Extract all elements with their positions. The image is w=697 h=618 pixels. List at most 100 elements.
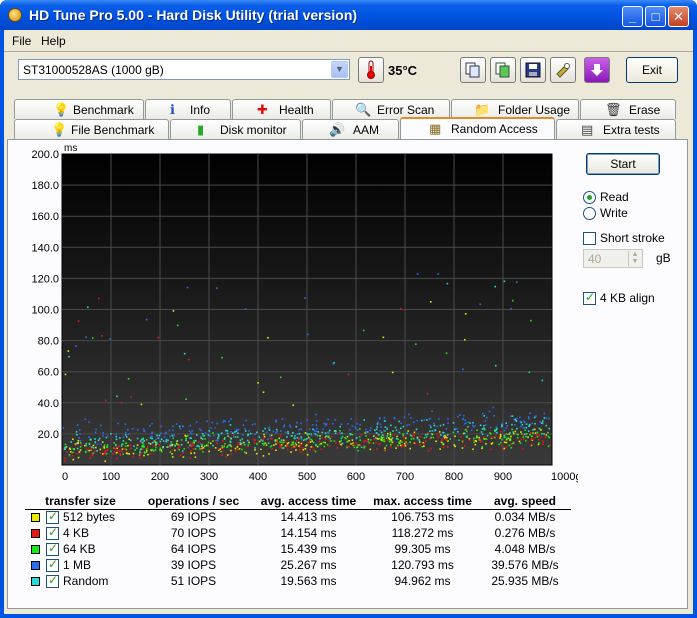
chart-point [144,452,146,454]
minimize-button[interactable]: _ [622,6,643,27]
tab-erase[interactable]: 🗑 Erase [580,99,676,119]
chart-point [265,431,268,434]
close-button[interactable]: ✕ [668,6,689,27]
chart-point [142,447,144,450]
chart-point [523,433,526,436]
chart-point [360,433,363,436]
menu-file[interactable]: File [12,34,31,48]
tab-random-access[interactable]: ▦ Random Access [400,117,555,139]
tab-error-scan[interactable]: 🔍 Error Scan [332,99,450,119]
tab-aam[interactable]: 🔊 AAM [302,119,399,139]
chart-point [136,437,139,440]
chart-point [280,441,283,444]
tab-extra-tests[interactable]: ▤ Extra tests [556,119,676,139]
transfer-size-label: 4 KB [63,525,90,540]
tab-folder-usage[interactable]: 📁 Folder Usage [451,99,579,119]
chart-point [382,440,384,442]
align-4kb-checkbox[interactable] [583,290,596,305]
exit-button[interactable]: Exit [626,57,678,83]
copy-info-button[interactable] [460,57,486,83]
chart-point [402,425,405,428]
chart-point [155,442,158,444]
chart-point [231,432,234,434]
chart-point [344,436,346,439]
chart-point [472,424,474,427]
chart-point [129,439,132,442]
chart-point [279,376,282,379]
save-button[interactable] [520,57,546,83]
copy-screenshot-button[interactable] [490,57,516,83]
lightbulb-icon: 💡 [53,102,70,117]
download-button[interactable] [584,57,610,83]
chart-point [341,435,344,438]
chart-point [461,441,464,444]
series-visible-checkbox[interactable] [46,557,59,573]
title-bar[interactable]: HD Tune Pro 5.00 - Hard Disk Utility (tr… [0,0,697,30]
chart-point [390,443,392,446]
chart-point [181,452,184,454]
tab-disk-monitor[interactable]: ▮ Disk monitor [170,119,301,139]
chart-point [78,429,81,431]
start-button[interactable]: Start [586,153,660,175]
tab-benchmark-label: Benchmark [73,103,134,117]
col-avg-access: avg. access time [260,493,357,508]
chart-point [530,319,532,322]
tab-benchmark[interactable]: 💡 Benchmark [14,99,144,119]
chart-point [503,429,506,432]
series-visible-checkbox[interactable] [46,541,59,557]
read-radio[interactable] [583,191,596,204]
chart-point [202,450,204,453]
chart-point [508,439,511,442]
monitor-chart-icon: ▮ [197,122,205,137]
menu-help[interactable]: Help [41,34,66,48]
chart-point [481,412,484,415]
chart-point [243,444,246,446]
chart-point [408,413,410,416]
chart-point [532,432,534,435]
short-stroke-checkbox[interactable] [583,232,596,245]
tab-file-benchmark[interactable]: 💡 File Benchmark [14,119,169,139]
chart-point [519,425,522,428]
stroke-size-spinner[interactable]: 40 ▲ ▼ [583,249,643,268]
chart-point [426,433,429,436]
chart-point [490,448,492,451]
chart-point [179,427,182,430]
spinner-arrows-icon[interactable]: ▲ ▼ [628,251,641,266]
chevron-down-icon[interactable]: ▼ [331,61,348,78]
chart-point [525,426,528,429]
chart-point [348,428,351,431]
chart-point [494,285,496,288]
write-radio[interactable] [583,207,596,220]
health-cross-icon: ✚ [257,102,268,117]
chart-point [295,440,298,442]
chart-point [185,439,187,442]
chart-point [314,450,317,453]
chart-point [479,441,482,443]
chart-point [481,446,484,448]
chart-point [325,424,327,427]
drive-select[interactable]: ST31000528AS (1000 gB) ▼ [18,59,350,80]
chart-point [376,448,378,450]
series-visible-checkbox[interactable] [46,525,59,541]
series-visible-checkbox[interactable] [46,509,59,525]
options-button[interactable] [550,57,576,83]
chart-point [339,425,342,428]
tab-health[interactable]: ✚ Health [232,99,331,119]
chart-point [424,440,427,443]
temperature-button[interactable] [358,57,384,83]
chart-point [457,431,459,433]
chart-point [142,441,144,444]
chart-point [298,432,301,435]
tab-info[interactable]: ℹ Info [145,99,231,119]
chart-point [444,438,447,441]
chart-point [311,423,314,426]
chart-point [156,434,158,437]
chart-point [163,436,166,438]
chart-point [67,350,70,352]
chart-point [326,435,328,437]
chart-point [527,417,530,420]
chart-point [363,445,366,448]
maximize-button[interactable]: □ [645,6,666,27]
chart-point [106,444,109,446]
series-visible-checkbox[interactable] [46,573,59,589]
